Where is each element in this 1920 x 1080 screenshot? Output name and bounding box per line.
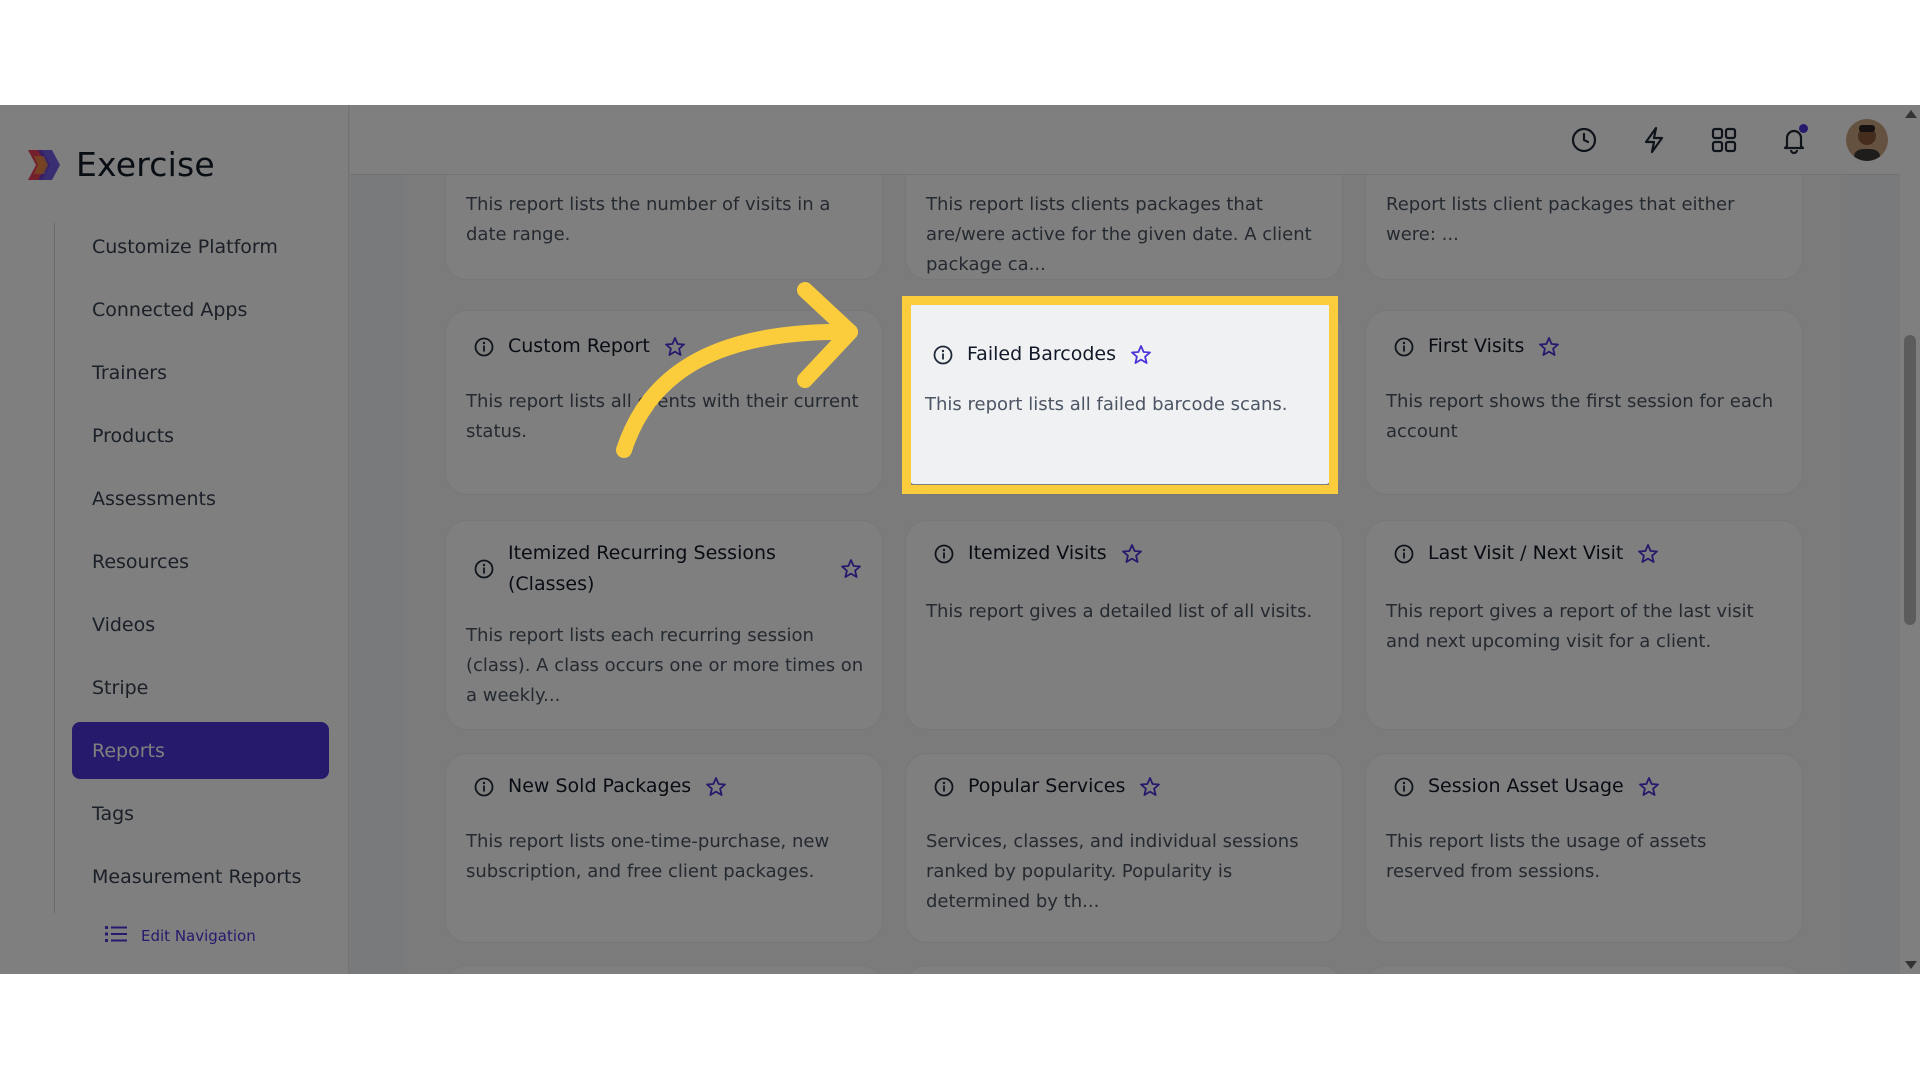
sidebar-item-connected-apps[interactable]: Connected Apps — [72, 281, 329, 338]
report-description: Report lists client packages that either… — [1386, 194, 1735, 245]
report-card-next-row[interactable] — [905, 965, 1343, 974]
report-description: This report lists each recurring session… — [466, 625, 864, 706]
nav-rail — [54, 223, 55, 913]
star-icon[interactable] — [1121, 543, 1143, 565]
report-card-header: New Sold Packages — [474, 771, 862, 802]
letterbox-top — [0, 0, 1920, 105]
list-icon — [105, 925, 127, 947]
report-description: This report lists the number of visits i… — [466, 194, 831, 245]
bell-icon[interactable] — [1776, 122, 1812, 158]
report-card-first-visits[interactable]: First Visits This report shows the first… — [1365, 310, 1803, 495]
report-card-header: Itemized Recurring Sessions (Classes) — [474, 538, 862, 600]
app-window: Exercise Customize Platform Connected Ap… — [0, 105, 1920, 974]
scroll-thumb[interactable] — [1904, 335, 1916, 625]
notification-dot — [1799, 124, 1808, 133]
info-icon[interactable] — [1394, 337, 1414, 357]
star-icon[interactable] — [1637, 543, 1659, 565]
scrollbar[interactable] — [1900, 105, 1920, 974]
sidebar-item-assessments[interactable]: Assessments — [72, 470, 329, 527]
report-card-header: First Visits — [1394, 331, 1782, 362]
sidebar: Exercise Customize Platform Connected Ap… — [0, 105, 349, 974]
report-card-new-sold-packages[interactable]: New Sold Packages This report lists one-… — [445, 753, 883, 943]
sidebar-item-customize-platform[interactable]: Customize Platform — [72, 218, 329, 275]
edit-navigation-button[interactable]: Edit Navigation — [105, 925, 256, 947]
info-icon[interactable] — [474, 777, 494, 797]
pointer-arrow-icon — [616, 282, 858, 458]
sidebar-item-measurement-reports[interactable]: Measurement Reports — [72, 848, 329, 905]
report-card-visits[interactable]: This report lists the number of visits i… — [445, 175, 883, 280]
report-card-next-row[interactable] — [1365, 965, 1803, 974]
sidebar-item-reports[interactable]: Reports — [72, 722, 329, 779]
report-description: This report lists the usage of assets re… — [1386, 831, 1707, 882]
star-icon[interactable] — [1139, 776, 1161, 798]
info-icon[interactable] — [474, 337, 494, 357]
report-card-next-row[interactable] — [445, 965, 883, 974]
sidebar-nav: Customize Platform Connected Apps Traine… — [72, 218, 329, 911]
highlight-frame — [902, 296, 1338, 494]
exercise-logo-icon — [24, 146, 62, 184]
report-card-itemized-recurring-sessions[interactable]: Itemized Recurring Sessions (Classes) Th… — [445, 520, 883, 730]
report-card-header: Last Visit / Next Visit — [1394, 538, 1782, 569]
topbar-icons — [1566, 119, 1888, 161]
scroll-up-arrow-icon[interactable] — [1905, 110, 1917, 118]
report-description: This report lists one-time-purchase, new… — [466, 831, 830, 882]
report-card-popular-services[interactable]: Popular Services Services, classes, and … — [905, 753, 1343, 943]
report-description: This report gives a report of the last v… — [1386, 601, 1754, 652]
info-icon[interactable] — [1394, 777, 1414, 797]
report-card-client-packages[interactable]: Report lists client packages that either… — [1365, 175, 1803, 280]
sidebar-item-videos[interactable]: Videos — [72, 596, 329, 653]
clock-icon[interactable] — [1566, 122, 1602, 158]
apps-grid-icon[interactable] — [1706, 122, 1742, 158]
report-title: Last Visit / Next Visit — [1428, 542, 1624, 564]
topbar — [350, 105, 1908, 175]
brand[interactable]: Exercise — [24, 145, 215, 184]
report-description: This report shows the first session for … — [1386, 391, 1774, 442]
report-description: This report gives a detailed list of all… — [926, 601, 1313, 622]
report-title: Session Asset Usage — [1428, 775, 1624, 797]
report-card-itemized-visits[interactable]: Itemized Visits This report gives a deta… — [905, 520, 1343, 730]
star-icon[interactable] — [1638, 776, 1660, 798]
letterbox-bottom — [0, 974, 1920, 1080]
report-card-header: Itemized Visits — [934, 538, 1322, 569]
report-card-header: Session Asset Usage — [1394, 771, 1782, 802]
report-title: New Sold Packages — [508, 775, 692, 797]
avatar[interactable] — [1846, 119, 1888, 161]
star-icon[interactable] — [1538, 336, 1560, 358]
report-description: This report lists clients packages that … — [926, 194, 1312, 275]
star-icon[interactable] — [705, 776, 727, 798]
sidebar-item-products[interactable]: Products — [72, 407, 329, 464]
report-title: Itemized Visits — [968, 542, 1107, 564]
edit-navigation-label: Edit Navigation — [141, 927, 256, 945]
info-icon[interactable] — [934, 777, 954, 797]
sidebar-item-tags[interactable]: Tags — [72, 785, 329, 842]
info-icon[interactable] — [474, 559, 494, 579]
report-title: Itemized Recurring Sessions (Classes) — [508, 542, 776, 595]
report-card-header: Popular Services — [934, 771, 1322, 802]
info-icon[interactable] — [934, 544, 954, 564]
info-icon[interactable] — [1394, 544, 1414, 564]
report-title: First Visits — [1428, 335, 1525, 357]
report-card-last-next-visit[interactable]: Last Visit / Next Visit This report give… — [1365, 520, 1803, 730]
report-title: Popular Services — [968, 775, 1126, 797]
app-name: Exercise — [76, 145, 215, 184]
report-card-session-asset-usage[interactable]: Session Asset Usage This report lists th… — [1365, 753, 1803, 943]
lightning-icon[interactable] — [1636, 122, 1672, 158]
report-card-active-packages[interactable]: This report lists clients packages that … — [905, 175, 1343, 280]
sidebar-item-resources[interactable]: Resources — [72, 533, 329, 590]
scroll-down-arrow-icon[interactable] — [1905, 961, 1917, 969]
star-icon[interactable] — [840, 558, 862, 580]
sidebar-item-stripe[interactable]: Stripe — [72, 659, 329, 716]
report-description: Services, classes, and individual sessio… — [926, 831, 1299, 912]
sidebar-item-trainers[interactable]: Trainers — [72, 344, 329, 401]
